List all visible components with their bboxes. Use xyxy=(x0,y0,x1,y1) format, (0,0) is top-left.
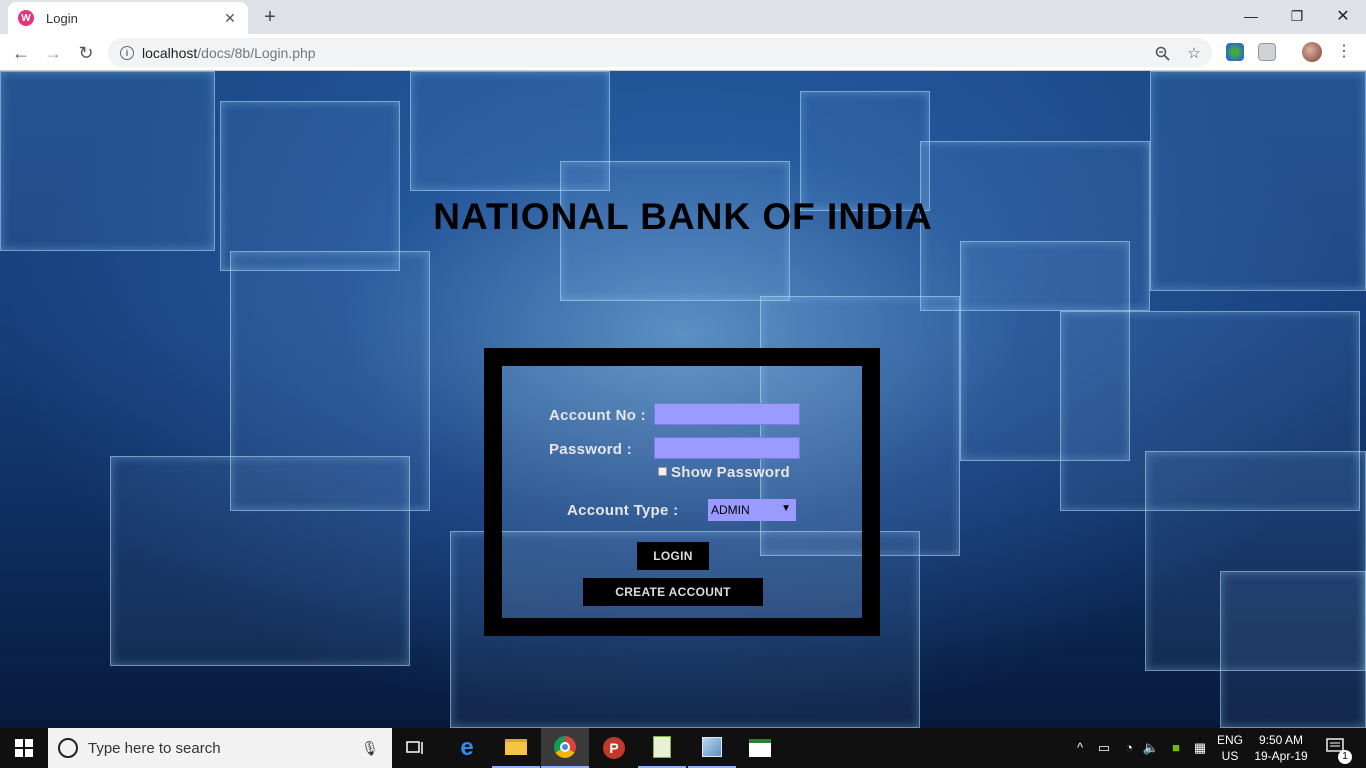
back-arrow-icon[interactable]: ← xyxy=(8,40,34,66)
extension-globe-icon[interactable] xyxy=(1226,43,1244,61)
clock[interactable]: 9:50 AM 19-Apr-19 xyxy=(1248,732,1314,764)
windows-start-icon[interactable] xyxy=(0,728,48,768)
password-field[interactable] xyxy=(654,437,800,459)
keyboard-icon[interactable]: ▦ xyxy=(1191,740,1209,756)
battery-icon[interactable]: ▭ xyxy=(1095,740,1113,756)
decor-cube xyxy=(110,456,410,666)
microphone-icon[interactable]: 🎙 xyxy=(360,740,380,757)
account-no-label: Account No : xyxy=(549,407,646,424)
url-text[interactable]: localhost/docs/8b/Login.php xyxy=(142,45,316,61)
wamp-favicon-icon: W xyxy=(18,10,34,26)
account-type-label: Account Type : xyxy=(567,502,679,519)
decor-cube xyxy=(800,91,930,211)
account-no-field[interactable] xyxy=(654,403,800,425)
wifi-icon[interactable]: ◔ xyxy=(1120,740,1138,755)
account-type-select[interactable]: ADMIN ▼ xyxy=(708,499,796,521)
create-account-button[interactable]: CREATE ACCOUNT xyxy=(583,578,763,606)
edge-icon[interactable]: e xyxy=(443,728,491,768)
show-password-checkbox[interactable] xyxy=(658,467,667,476)
bookmark-star-icon[interactable]: ☆ xyxy=(1184,44,1204,62)
restore-icon[interactable]: ❐ xyxy=(1274,0,1320,32)
menu-kebab-icon[interactable]: ⋮ xyxy=(1336,43,1352,61)
dropdown-arrow-icon: ▼ xyxy=(781,503,791,514)
browser-tab[interactable]: W Login ✕ xyxy=(8,2,248,34)
notification-count-badge: 1 xyxy=(1338,750,1352,764)
extension-cube-icon[interactable] xyxy=(1258,43,1276,61)
login-button[interactable]: LOGIN xyxy=(637,542,709,570)
file-explorer-icon[interactable] xyxy=(492,728,540,768)
info-icon[interactable]: i xyxy=(120,45,134,60)
search-placeholder: Type here to search xyxy=(88,739,221,757)
nvidia-icon[interactable]: ■ xyxy=(1167,740,1185,755)
profile-avatar[interactable] xyxy=(1302,42,1322,62)
volume-icon[interactable]: 🔈 xyxy=(1142,740,1160,756)
minimize-icon[interactable]: — xyxy=(1228,0,1274,32)
notepad-plus-icon[interactable] xyxy=(638,728,686,768)
browser-tabstrip: W Login ✕ + — ❐ ✕ xyxy=(0,0,1366,34)
login-form: Account No : Password : Show Password Ac… xyxy=(484,348,880,636)
tray-chevron-up-icon[interactable]: ^ xyxy=(1071,740,1089,755)
language-indicator[interactable]: ENG US xyxy=(1212,732,1248,764)
cortana-icon xyxy=(58,738,78,758)
virtualbox-cube-icon[interactable] xyxy=(688,728,736,768)
decor-cube xyxy=(220,101,400,271)
clock-time: 9:50 AM xyxy=(1258,733,1304,747)
app-window-icon[interactable] xyxy=(736,728,784,768)
forward-arrow-icon[interactable]: → xyxy=(40,40,66,66)
address-bar[interactable]: i localhost/docs/8b/Login.php ☆ xyxy=(108,38,1212,67)
taskbar-search[interactable]: Type here to search 🎙 xyxy=(48,728,392,768)
reload-icon[interactable]: ↻ xyxy=(73,40,99,66)
browser-toolbar: ← → ↻ i localhost/docs/8b/Login.php ☆ xyxy=(0,34,1366,71)
url-path: /docs/8b/Login.php xyxy=(197,44,316,61)
password-label: Password : xyxy=(549,441,633,458)
page-title: NATIONAL BANK OF INDIA xyxy=(433,196,933,237)
page-background: NATIONAL BANK OF INDIA Account No : Pass… xyxy=(0,71,1366,728)
decor-cube xyxy=(1150,71,1366,291)
tab-title: Login xyxy=(46,10,78,26)
photoshop-p-icon[interactable]: P xyxy=(590,728,638,768)
decor-cube xyxy=(1220,571,1366,728)
close-window-icon[interactable]: ✕ xyxy=(1320,0,1366,32)
lang-top: ENG xyxy=(1216,733,1243,747)
show-password-label: Show Password xyxy=(671,464,790,481)
chrome-icon[interactable] xyxy=(541,728,589,768)
taskbar: Type here to search 🎙 e P ^ ▭ ◔ 🔈 ■ ▦ EN… xyxy=(0,728,1366,768)
zoom-icon[interactable] xyxy=(1152,44,1172,62)
lang-bottom: US xyxy=(1221,749,1239,763)
task-view-icon[interactable] xyxy=(392,728,440,768)
url-host: localhost xyxy=(142,44,198,61)
account-type-value: ADMIN xyxy=(711,503,750,517)
clock-date: 19-Apr-19 xyxy=(1254,749,1308,763)
tab-close-icon[interactable]: ✕ xyxy=(222,10,238,27)
new-tab-icon[interactable]: + xyxy=(258,6,282,28)
